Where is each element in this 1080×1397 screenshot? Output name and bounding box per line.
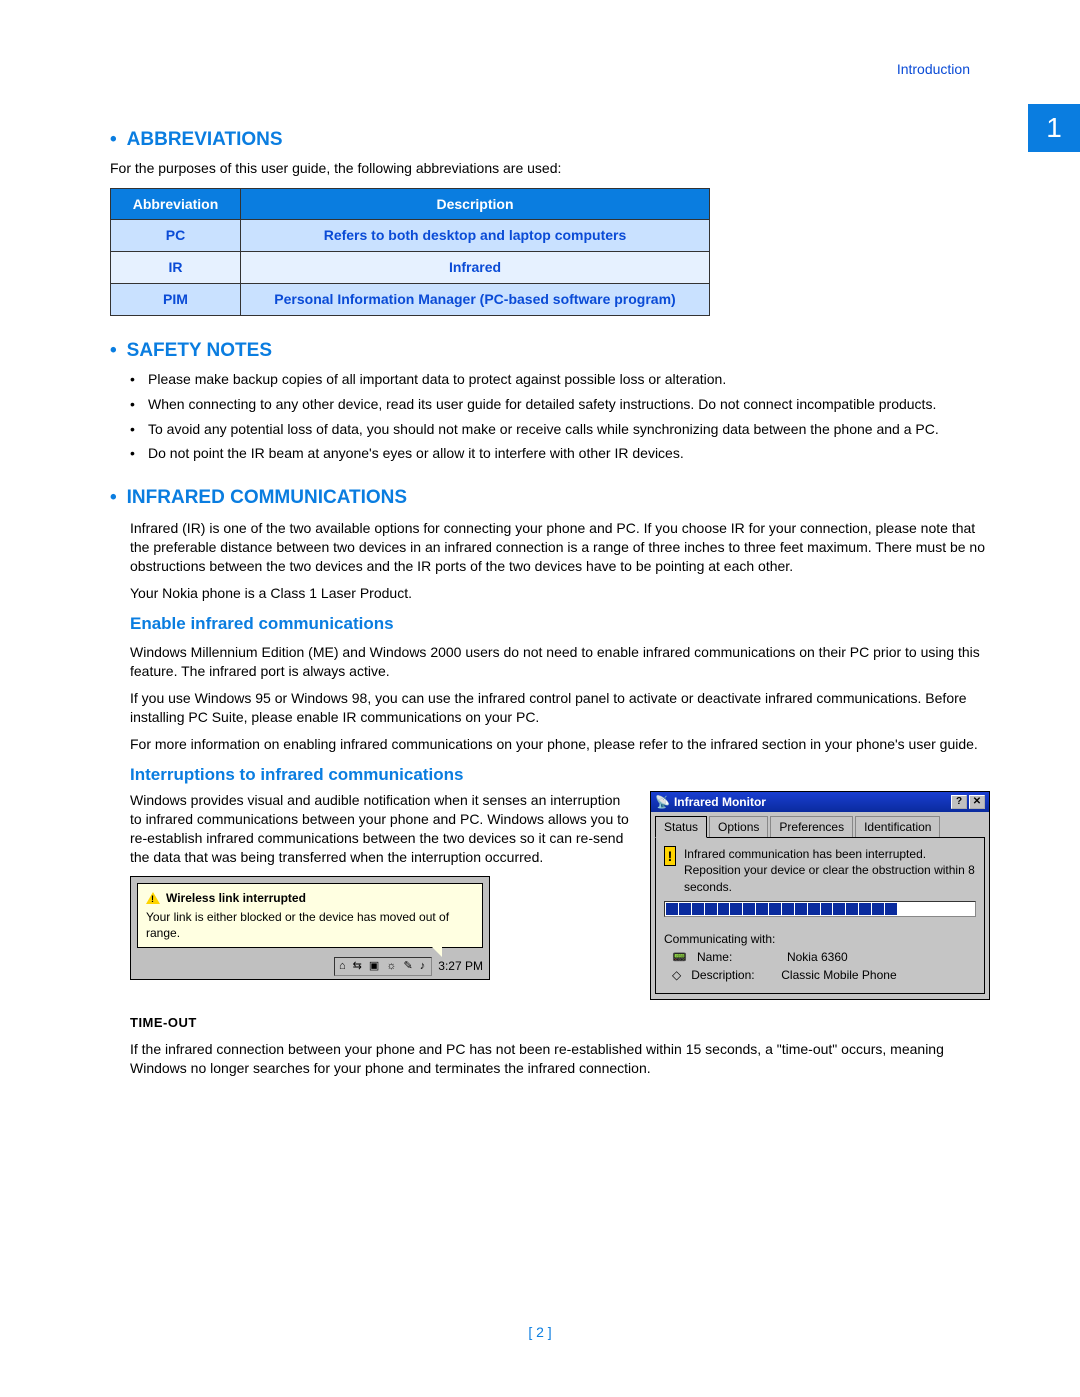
- system-tray-icons: ⌂ ⇆ ▣ ☼ ✎ ♪: [334, 957, 432, 976]
- ir-status-message: Infrared communication has been interrup…: [684, 846, 976, 895]
- heading-safety-notes: SAFETY NOTES: [110, 338, 990, 364]
- list-item: When connecting to any other device, rea…: [148, 395, 990, 414]
- running-header: Introduction: [897, 60, 970, 79]
- abbreviations-intro: For the purposes of this user guide, the…: [110, 159, 990, 178]
- abbr-cell: IR: [111, 252, 241, 284]
- description-icon: ◇: [672, 967, 681, 983]
- desc-cell: Refers to both desktop and laptop comput…: [241, 220, 710, 252]
- abbr-th-abbreviation: Abbreviation: [111, 188, 241, 220]
- window-titlebar: 📡 Infrared Monitor ? ✕: [651, 792, 989, 812]
- infrared-monitor-window: 📡 Infrared Monitor ? ✕ Status Options Pr…: [650, 791, 990, 1001]
- interruptions-paragraph: Windows provides visual and audible noti…: [130, 791, 632, 867]
- document-page: Introduction 1 ABBREVIATIONS For the pur…: [0, 0, 1080, 1397]
- abbr-cell: PC: [111, 220, 241, 252]
- timeout-paragraph: If the infrared connection between your …: [130, 1040, 990, 1078]
- description-key: Description:: [691, 967, 771, 983]
- ir-app-icon: 📡: [655, 794, 670, 810]
- communicating-with-label: Communicating with:: [664, 931, 976, 947]
- table-row: IR Infrared: [111, 252, 710, 284]
- wireless-link-tooltip-screenshot: Wireless link interrupted Your link is e…: [130, 876, 490, 979]
- chapter-tab-number: 1: [1028, 104, 1080, 152]
- footer-page-number: [ 2 ]: [0, 1323, 1080, 1342]
- taskbar: ⌂ ⇆ ▣ ☼ ✎ ♪ 3:27 PM: [131, 954, 489, 979]
- abbr-th-description: Description: [241, 188, 710, 220]
- list-item: Please make backup copies of all importa…: [148, 370, 990, 389]
- abbreviations-table: Abbreviation Description PC Refers to bo…: [110, 188, 710, 317]
- list-item: To avoid any potential loss of data, you…: [148, 420, 990, 439]
- name-value: Nokia 6360: [787, 949, 848, 965]
- device-icon: 📟: [672, 949, 687, 965]
- enable-ir-p1: Windows Millennium Edition (ME) and Wind…: [130, 643, 990, 681]
- enable-ir-p3: For more information on enabling infrare…: [130, 735, 990, 754]
- subheading-interruptions: Interruptions to infrared communications: [130, 764, 990, 787]
- tab-options[interactable]: Options: [709, 816, 768, 838]
- tooltip-body: Your link is either blocked or the devic…: [146, 909, 474, 941]
- subheading-timeout: TIME-OUT: [130, 1014, 990, 1032]
- tab-panel-status: ! Infrared communication has been interr…: [655, 837, 985, 994]
- description-value: Classic Mobile Phone: [781, 967, 896, 983]
- help-button[interactable]: ?: [951, 795, 967, 809]
- warning-icon: !: [664, 846, 676, 866]
- desc-cell: Personal Information Manager (PC-based s…: [241, 284, 710, 316]
- warning-icon: [146, 892, 160, 904]
- table-row: PIM Personal Information Manager (PC-bas…: [111, 284, 710, 316]
- safety-notes-list: Please make backup copies of all importa…: [110, 370, 990, 464]
- heading-infrared-communications: INFRARED COMMUNICATIONS: [110, 485, 990, 511]
- progress-bar: [664, 901, 976, 917]
- tab-identification[interactable]: Identification: [855, 816, 940, 838]
- heading-abbreviations: ABBREVIATIONS: [110, 127, 990, 153]
- table-row: PC Refers to both desktop and laptop com…: [111, 220, 710, 252]
- close-button[interactable]: ✕: [969, 795, 985, 809]
- ir-class1-paragraph: Your Nokia phone is a Class 1 Laser Prod…: [130, 584, 990, 603]
- desc-cell: Infrared: [241, 252, 710, 284]
- abbr-cell: PIM: [111, 284, 241, 316]
- enable-ir-p2: If you use Windows 95 or Windows 98, you…: [130, 689, 990, 727]
- tab-preferences[interactable]: Preferences: [770, 816, 853, 838]
- subheading-enable-ir: Enable infrared communications: [130, 613, 990, 636]
- ir-intro-paragraph: Infrared (IR) is one of the two availabl…: [130, 519, 990, 576]
- tray-clock: 3:27 PM: [438, 958, 483, 974]
- tooltip-title: Wireless link interrupted: [166, 890, 306, 906]
- interruptions-left-column: Windows provides visual and audible noti…: [130, 791, 632, 980]
- list-item: Do not point the IR beam at anyone's eye…: [148, 444, 990, 463]
- tooltip-balloon: Wireless link interrupted Your link is e…: [137, 883, 483, 948]
- tab-status[interactable]: Status: [655, 816, 707, 838]
- window-title: Infrared Monitor: [674, 794, 766, 810]
- name-key: Name:: [697, 949, 777, 965]
- tab-strip: Status Options Preferences Identificatio…: [651, 812, 989, 838]
- tooltip-tail-icon: [432, 947, 442, 957]
